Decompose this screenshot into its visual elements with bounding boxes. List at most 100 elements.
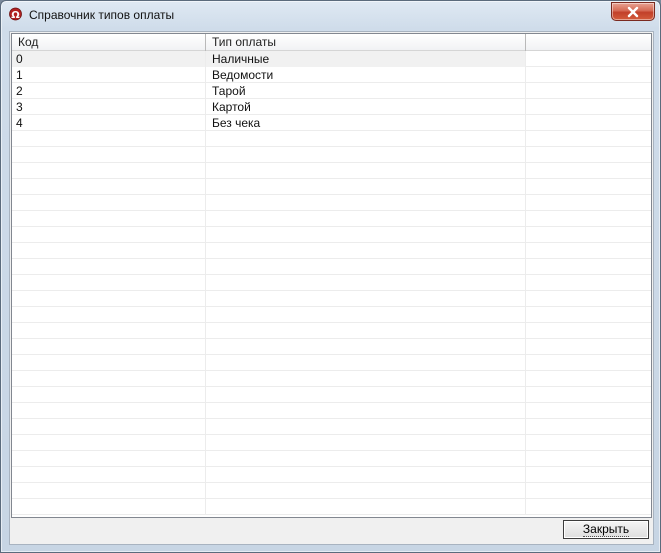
cell-empty — [526, 355, 651, 371]
table-row[interactable]: 2 Тарой — [12, 83, 651, 99]
cell-payment-type — [206, 403, 526, 419]
grid-body: 0 Наличные 1 Ведомости 2 Тарой 3 Картой 4 Без чек… — [12, 51, 651, 515]
cell-code — [12, 307, 206, 323]
cell-empty — [526, 131, 651, 147]
empty-table-row[interactable] — [12, 483, 651, 499]
empty-table-row[interactable] — [12, 259, 651, 275]
cell-code — [12, 195, 206, 211]
cell-payment-type — [206, 211, 526, 227]
cell-code: 1 — [12, 67, 206, 83]
empty-table-row[interactable] — [12, 131, 651, 147]
empty-table-row[interactable] — [12, 179, 651, 195]
cell-payment-type — [206, 243, 526, 259]
empty-table-row[interactable] — [12, 467, 651, 483]
empty-table-row[interactable] — [12, 355, 651, 371]
window-close-button[interactable] — [611, 2, 655, 21]
table-row[interactable]: 0 Наличные — [12, 51, 651, 67]
cell-empty — [526, 147, 651, 163]
empty-table-row[interactable] — [12, 403, 651, 419]
cell-payment-type — [206, 483, 526, 499]
cell-empty — [526, 467, 651, 483]
cell-payment-type — [206, 163, 526, 179]
cell-payment-type — [206, 419, 526, 435]
empty-table-row[interactable] — [12, 419, 651, 435]
cell-empty — [526, 451, 651, 467]
cell-payment-type — [206, 323, 526, 339]
cell-payment-type — [206, 387, 526, 403]
cell-code: 4 — [12, 115, 206, 131]
cell-payment-type: Картой — [206, 99, 526, 115]
empty-table-row[interactable] — [12, 323, 651, 339]
empty-table-row[interactable] — [12, 291, 651, 307]
empty-table-row[interactable] — [12, 195, 651, 211]
empty-table-row[interactable] — [12, 275, 651, 291]
empty-table-row[interactable] — [12, 371, 651, 387]
empty-table-row[interactable] — [12, 451, 651, 467]
cell-payment-type — [206, 499, 526, 515]
cell-payment-type: Ведомости — [206, 67, 526, 83]
cell-code — [12, 275, 206, 291]
empty-table-row[interactable] — [12, 499, 651, 515]
cell-payment-type — [206, 275, 526, 291]
cell-code — [12, 451, 206, 467]
cell-code — [12, 291, 206, 307]
cell-payment-type — [206, 467, 526, 483]
close-button[interactable]: Закрыть — [563, 520, 649, 539]
empty-table-row[interactable] — [12, 339, 651, 355]
empty-table-row[interactable] — [12, 243, 651, 259]
cell-empty — [526, 499, 651, 515]
grid-header: Код Тип оплаты — [12, 34, 651, 51]
cell-code — [12, 403, 206, 419]
cell-payment-type — [206, 307, 526, 323]
cell-payment-type — [206, 259, 526, 275]
empty-table-row[interactable] — [12, 227, 651, 243]
dialog-window: Ω Справочник типов оплаты Код Тип оплаты… — [0, 0, 661, 553]
cell-code — [12, 163, 206, 179]
cell-empty — [526, 307, 651, 323]
empty-table-row[interactable] — [12, 211, 651, 227]
column-header-code[interactable]: Код — [12, 34, 206, 51]
cell-payment-type — [206, 147, 526, 163]
empty-table-row[interactable] — [12, 147, 651, 163]
table-row[interactable]: 4 Без чека — [12, 115, 651, 131]
table-row[interactable]: 1 Ведомости — [12, 67, 651, 83]
column-header-payment-type[interactable]: Тип оплаты — [206, 34, 526, 51]
cell-empty — [526, 275, 651, 291]
cell-empty — [526, 163, 651, 179]
cell-code — [12, 483, 206, 499]
cell-empty — [526, 51, 651, 67]
omega-app-icon: Ω — [9, 7, 22, 21]
empty-table-row[interactable] — [12, 387, 651, 403]
cell-empty — [526, 195, 651, 211]
cell-code — [12, 419, 206, 435]
empty-table-row[interactable] — [12, 307, 651, 323]
cell-code — [12, 435, 206, 451]
cell-code — [12, 387, 206, 403]
cell-empty — [526, 115, 651, 131]
cell-payment-type — [206, 227, 526, 243]
cell-code — [12, 147, 206, 163]
cell-code — [12, 131, 206, 147]
title-bar[interactable]: Ω Справочник типов оплаты — [1, 1, 660, 29]
cell-code — [12, 179, 206, 195]
cell-empty — [526, 179, 651, 195]
table-row[interactable]: 3 Картой — [12, 99, 651, 115]
payment-types-grid[interactable]: Код Тип оплаты 0 Наличные 1 Ведомости 2 Тарой… — [11, 33, 652, 518]
cell-empty — [526, 259, 651, 275]
cell-payment-type: Тарой — [206, 83, 526, 99]
cell-payment-type — [206, 179, 526, 195]
cell-empty — [526, 211, 651, 227]
cell-empty — [526, 435, 651, 451]
cell-empty — [526, 403, 651, 419]
cell-empty — [526, 323, 651, 339]
cell-code — [12, 339, 206, 355]
cell-empty — [526, 483, 651, 499]
cell-payment-type — [206, 371, 526, 387]
cell-empty — [526, 419, 651, 435]
close-icon — [627, 6, 639, 17]
empty-table-row[interactable] — [12, 435, 651, 451]
empty-table-row[interactable] — [12, 163, 651, 179]
cell-empty — [526, 83, 651, 99]
column-header-empty[interactable] — [526, 34, 651, 51]
cell-payment-type — [206, 291, 526, 307]
